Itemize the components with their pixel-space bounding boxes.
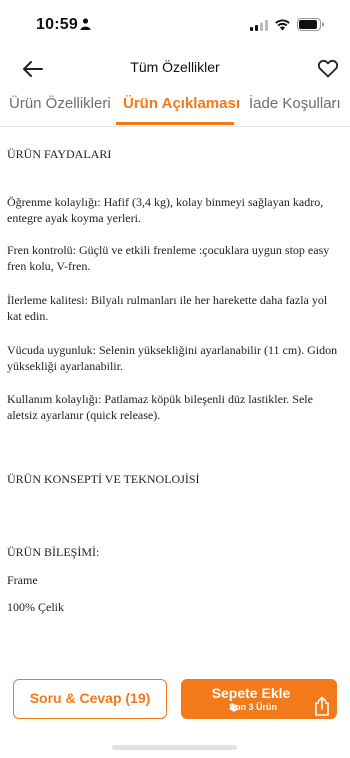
header: Tüm Özellikler — [0, 50, 350, 88]
status-bar: 10:59 — [0, 0, 350, 50]
tab-product-description[interactable]: Ürün Açıklaması — [123, 95, 240, 112]
heart-icon[interactable] — [316, 56, 340, 80]
person-icon — [80, 18, 91, 30]
concept-heading: ÜRÜN KONSEPTİ VE TEKNOLOJİSİ — [7, 472, 200, 486]
tab-return-conditions[interactable]: İade Koşulları — [249, 95, 341, 112]
stock-notice: Son 3 Ürün — [228, 702, 277, 712]
frame-value: 100% Çelik — [7, 600, 64, 614]
share-icon[interactable] — [313, 696, 331, 716]
battery-icon — [297, 18, 324, 31]
page-title: Tüm Özellikler — [130, 59, 220, 75]
add-to-cart-button[interactable]: Sepete Ekle Son 3 Ürün — [181, 679, 337, 719]
frame-label: Frame — [7, 573, 38, 587]
active-tab-indicator — [116, 122, 234, 125]
bottom-action-bar: Soru & Cevap (19) Sepete Ekle Son 3 Ürün — [0, 666, 350, 758]
qa-button[interactable]: Soru & Cevap (19) — [13, 679, 167, 719]
wifi-icon — [275, 19, 290, 31]
home-indicator — [112, 745, 237, 750]
add-to-cart-label: Sepete Ekle — [211, 685, 291, 701]
description-paragraph: Fren kontrolü: Güçlü ve etkili frenleme … — [7, 243, 330, 273]
description-paragraph: Kullanım kolaylığı: Patlamaz köpük bileş… — [7, 392, 313, 422]
description-paragraph: İlerleme kalitesi: Bilyalı rulmanları il… — [7, 293, 328, 323]
tab-product-features[interactable]: Ürün Özellikleri — [9, 95, 111, 112]
description-paragraph: Vücuda uygunluk: Selenin yüksekliğini ay… — [7, 343, 338, 373]
benefits-heading: ÜRÜN FAYDALARI — [7, 147, 112, 161]
description-paragraph: Öğrenme kolaylığı: Hafif (3,4 kg), kolay… — [7, 195, 324, 225]
status-time: 10:59 — [36, 16, 78, 33]
components-heading: ÜRÜN BİLEŞİMİ: — [7, 545, 100, 559]
signal-icon — [250, 20, 268, 31]
tab-bar: Ürün Özellikleri Ürün Açıklaması İade Ko… — [0, 92, 350, 127]
